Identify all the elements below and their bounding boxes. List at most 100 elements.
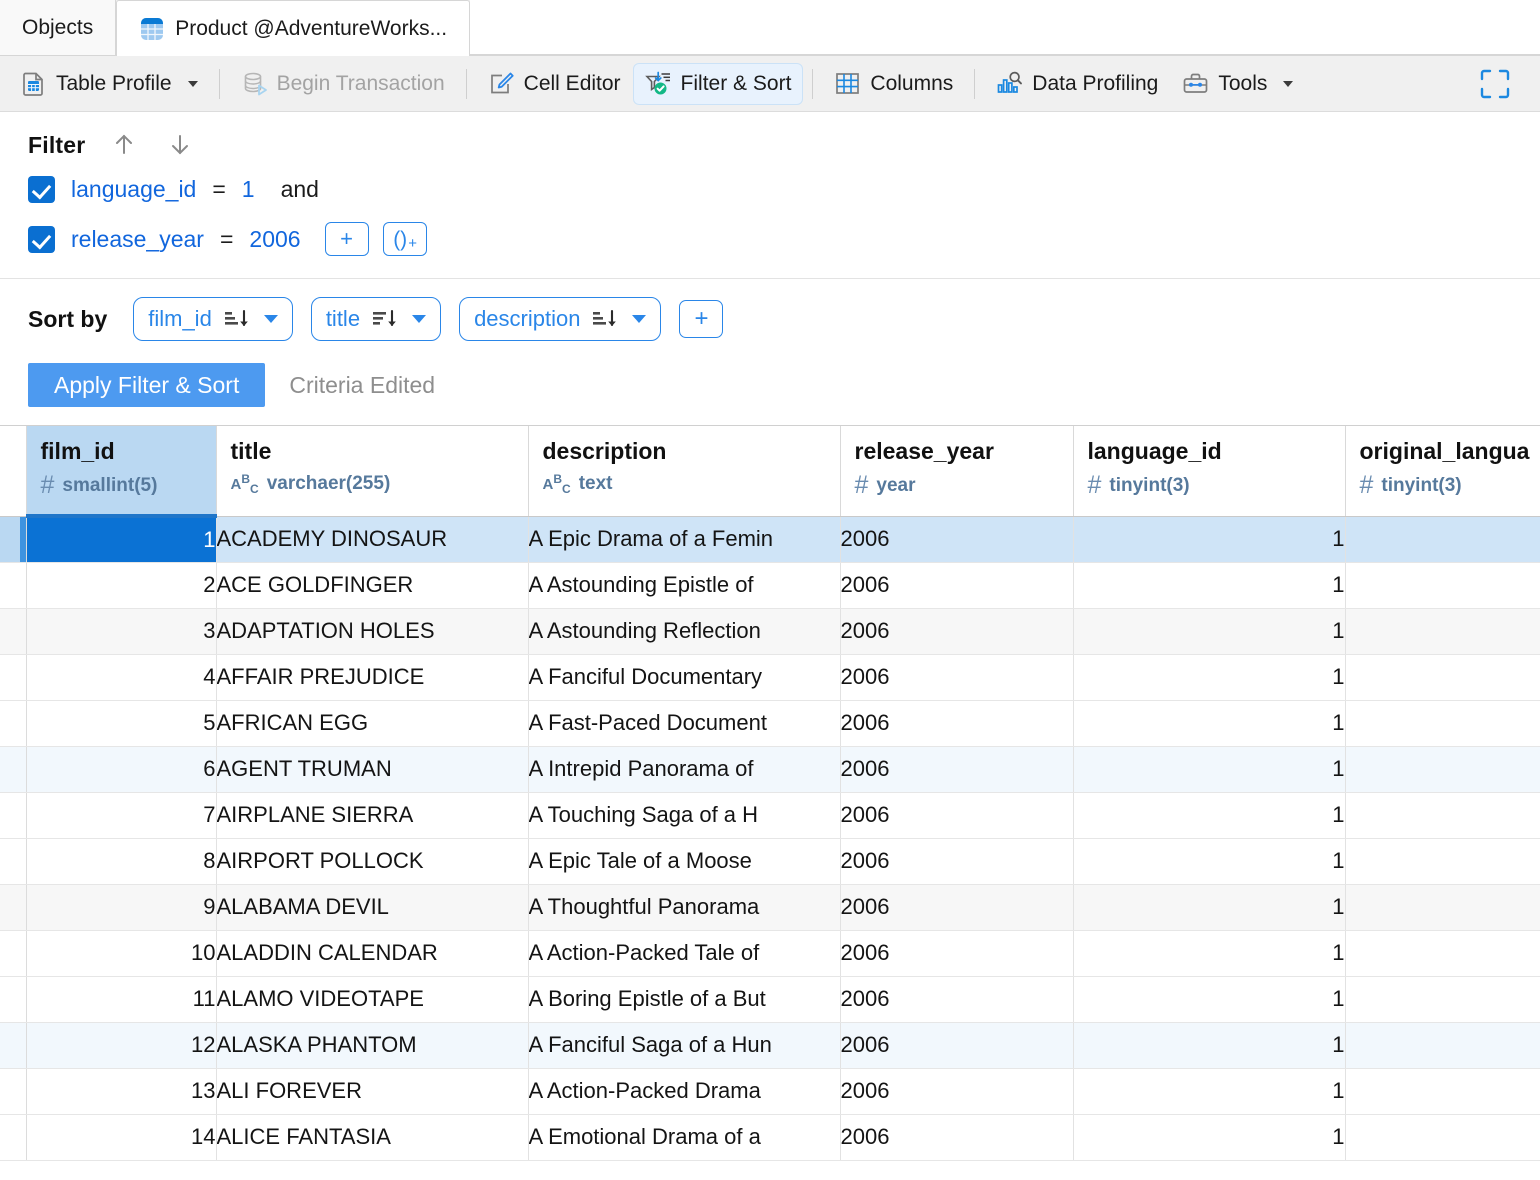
cell-original-language-id[interactable] [1345,608,1540,654]
row-gutter[interactable] [0,700,26,746]
table-row[interactable]: 1ACADEMY DINOSAURA Epic Drama of a Femin… [0,516,1540,562]
cell-original-language-id[interactable] [1345,654,1540,700]
table-row[interactable]: 2ACE GOLDFINGERA Astounding Epistle of20… [0,562,1540,608]
cell-release-year[interactable]: 2006 [840,562,1073,608]
filter-condition-checkbox[interactable] [28,226,55,253]
cell-film-id[interactable]: 11 [26,976,216,1022]
cell-original-language-id[interactable] [1345,1022,1540,1068]
cell-language-id[interactable]: 1 [1073,516,1345,562]
cell-language-id[interactable]: 1 [1073,976,1345,1022]
filter-sort-button[interactable]: Filter & Sort [633,63,804,105]
cell-release-year[interactable]: 2006 [840,608,1073,654]
data-profiling-button[interactable]: Data Profiling [984,63,1170,105]
table-row[interactable]: 9ALABAMA DEVILA Thoughtful Panorama20061 [0,884,1540,930]
column-header-film-id[interactable]: film_id # smallint(5) [26,426,216,516]
cell-description[interactable]: A Epic Drama of a Femin [528,516,840,562]
cell-film-id[interactable]: 4 [26,654,216,700]
add-filter-group-button[interactable]: ()+ [383,222,427,256]
filter-conjunction[interactable]: and [281,176,319,203]
cell-film-id[interactable]: 3 [26,608,216,654]
cell-title[interactable]: ACE GOLDFINGER [216,562,528,608]
cell-language-id[interactable]: 1 [1073,654,1345,700]
cell-film-id[interactable]: 2 [26,562,216,608]
table-profile-button[interactable]: Table Profile [8,63,210,105]
cell-film-id[interactable]: 5 [26,700,216,746]
cell-release-year[interactable]: 2006 [840,654,1073,700]
cell-description[interactable]: A Emotional Drama of a [528,1114,840,1160]
cell-description[interactable]: A Astounding Epistle of [528,562,840,608]
cell-release-year[interactable]: 2006 [840,1068,1073,1114]
cell-description[interactable]: A Epic Tale of a Moose [528,838,840,884]
cell-title[interactable]: ALASKA PHANTOM [216,1022,528,1068]
cell-original-language-id[interactable] [1345,516,1540,562]
cell-description[interactable]: A Thoughtful Panorama [528,884,840,930]
row-gutter[interactable] [0,884,26,930]
row-gutter[interactable] [0,792,26,838]
cell-release-year[interactable]: 2006 [840,516,1073,562]
tab-product-adventureworks[interactable]: Product @AdventureWorks... [116,0,470,56]
cell-editor-button[interactable]: Cell Editor [476,63,633,105]
cell-description[interactable]: A Fanciful Saga of a Hun [528,1022,840,1068]
chevron-down-icon[interactable] [1283,81,1293,87]
cell-original-language-id[interactable] [1345,746,1540,792]
cell-description[interactable]: A Intrepid Panorama of [528,746,840,792]
cell-description[interactable]: A Action-Packed Tale of [528,930,840,976]
cell-original-language-id[interactable] [1345,562,1540,608]
begin-transaction-button[interactable]: Begin Transaction [229,63,457,105]
cell-release-year[interactable]: 2006 [840,792,1073,838]
table-row[interactable]: 11ALAMO VIDEOTAPEA Boring Epistle of a B… [0,976,1540,1022]
cell-description[interactable]: A Touching Saga of a H [528,792,840,838]
cell-title[interactable]: AIRPLANE SIERRA [216,792,528,838]
cell-description[interactable]: A Fanciful Documentary [528,654,840,700]
add-sort-button[interactable]: + [679,300,723,338]
cell-release-year[interactable]: 2006 [840,884,1073,930]
cell-description[interactable]: A Fast-Paced Document [528,700,840,746]
table-row[interactable]: 6AGENT TRUMANA Intrepid Panorama of20061 [0,746,1540,792]
cell-title[interactable]: ALI FOREVER [216,1068,528,1114]
filter-field-language-id[interactable]: language_id [71,176,196,203]
table-row[interactable]: 7AIRPLANE SIERRAA Touching Saga of a H20… [0,792,1540,838]
cell-language-id[interactable]: 1 [1073,1022,1345,1068]
cell-film-id[interactable]: 6 [26,746,216,792]
cell-language-id[interactable]: 1 [1073,608,1345,654]
column-header-release-year[interactable]: release_year # year [840,426,1073,516]
sort-chip-description[interactable]: description [459,297,661,341]
cell-film-id[interactable]: 1 [26,516,216,562]
cell-film-id[interactable]: 13 [26,1068,216,1114]
cell-original-language-id[interactable] [1345,792,1540,838]
chevron-down-icon[interactable] [264,315,278,323]
chevron-down-icon[interactable] [188,81,198,87]
cell-title[interactable]: ALAMO VIDEOTAPE [216,976,528,1022]
cell-language-id[interactable]: 1 [1073,838,1345,884]
cell-title[interactable]: ALICE FANTASIA [216,1114,528,1160]
row-gutter[interactable] [0,562,26,608]
row-gutter[interactable] [0,1114,26,1160]
filter-field-release-year[interactable]: release_year [71,226,204,253]
cell-original-language-id[interactable] [1345,884,1540,930]
column-header-language-id[interactable]: language_id # tinyint(3) [1073,426,1345,516]
data-grid[interactable]: film_id # smallint(5) title ABC varchaer… [0,425,1540,1180]
row-gutter[interactable] [0,838,26,884]
cell-description[interactable]: A Action-Packed Drama [528,1068,840,1114]
cell-language-id[interactable]: 1 [1073,746,1345,792]
table-row[interactable]: 13ALI FOREVERA Action-Packed Drama20061 [0,1068,1540,1114]
cell-original-language-id[interactable] [1345,1114,1540,1160]
table-row[interactable]: 5AFRICAN EGGA Fast-Paced Document20061 [0,700,1540,746]
table-row[interactable]: 10ALADDIN CALENDARA Action-Packed Tale o… [0,930,1540,976]
column-header-description[interactable]: description ABC text [528,426,840,516]
filter-operator[interactable]: = [212,176,225,203]
row-gutter[interactable] [0,1068,26,1114]
cell-language-id[interactable]: 1 [1073,700,1345,746]
cell-release-year[interactable]: 2006 [840,1022,1073,1068]
cell-original-language-id[interactable] [1345,838,1540,884]
column-header-original-language-id[interactable]: original_langua # tinyint(3) [1345,426,1540,516]
table-row[interactable]: 4AFFAIR PREJUDICEA Fanciful Documentary2… [0,654,1540,700]
arrow-up-icon[interactable] [107,128,141,162]
chevron-down-icon[interactable] [412,315,426,323]
tab-objects[interactable]: Objects [0,0,116,55]
cell-language-id[interactable]: 1 [1073,1068,1345,1114]
sort-ascending-icon[interactable] [592,307,618,331]
filter-value[interactable]: 1 [242,176,255,203]
cell-original-language-id[interactable] [1345,930,1540,976]
fullscreen-icon[interactable] [1478,67,1512,101]
